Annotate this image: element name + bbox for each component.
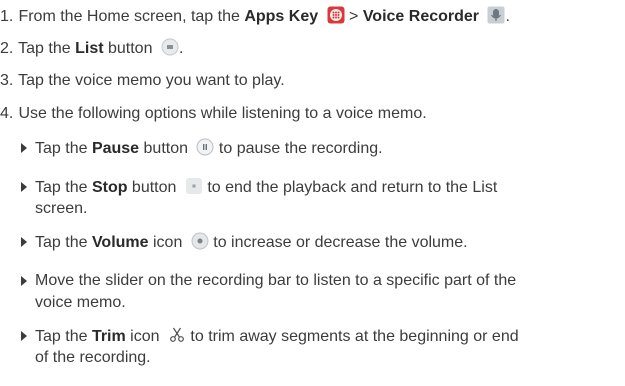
step-3: 3. Tap the voice memo you want to play.	[0, 71, 285, 91]
option-stop: Tap the Stop button to end the playback …	[35, 177, 497, 197]
bullet-icon	[21, 276, 27, 286]
apps-key-label: Apps Key	[244, 8, 319, 25]
option-slider: Move the slider on the recording bar to …	[35, 272, 517, 289]
apps-key-icon	[327, 6, 345, 30]
voice-recorder-label: Voice Recorder	[362, 8, 480, 25]
option-stop-line2: screen.	[35, 200, 88, 217]
step-number: 4.	[0, 105, 14, 122]
step-text: From the Home screen, tap the	[18, 8, 245, 25]
volume-label: Volume	[91, 234, 149, 251]
step-text: Tap the	[18, 40, 76, 57]
option-pause: Tap the Pause button to pause the record…	[35, 138, 383, 158]
bullet-icon	[21, 331, 27, 341]
trim-label: Trim	[91, 328, 126, 345]
volume-icon	[191, 232, 209, 256]
bullet-icon	[21, 237, 27, 247]
scissors-icon	[168, 326, 186, 350]
step-text: Use the following options while listenin…	[18, 105, 427, 122]
option-slider-line2: voice memo.	[35, 294, 126, 311]
step-text: Tap the voice memo you want to play.	[18, 72, 285, 89]
pause-button-icon	[196, 138, 214, 162]
option-trim-line2: of the recording.	[35, 349, 151, 366]
stop-button-icon	[185, 177, 203, 201]
step-number: 3.	[0, 72, 14, 89]
list-label: List	[75, 40, 104, 57]
stop-label: Stop	[91, 179, 128, 196]
step-1: 1. From the Home screen, tap the Apps Ke…	[0, 6, 510, 26]
bullet-icon	[21, 182, 27, 192]
bullet-icon	[21, 143, 27, 153]
pause-label: Pause	[91, 140, 140, 157]
list-button-icon	[161, 38, 179, 62]
step-2: 2. Tap the List button .	[0, 38, 183, 58]
option-trim: Tap the Trim icon to trim away segments …	[35, 326, 519, 346]
separator: >	[344, 8, 363, 25]
step-4: 4. Use the following options while liste…	[0, 104, 427, 124]
voice-recorder-icon	[487, 6, 505, 30]
option-volume: Tap the Volume icon to increase or decre…	[35, 232, 468, 252]
step-number: 2.	[0, 40, 14, 57]
step-number: 1.	[0, 8, 14, 25]
